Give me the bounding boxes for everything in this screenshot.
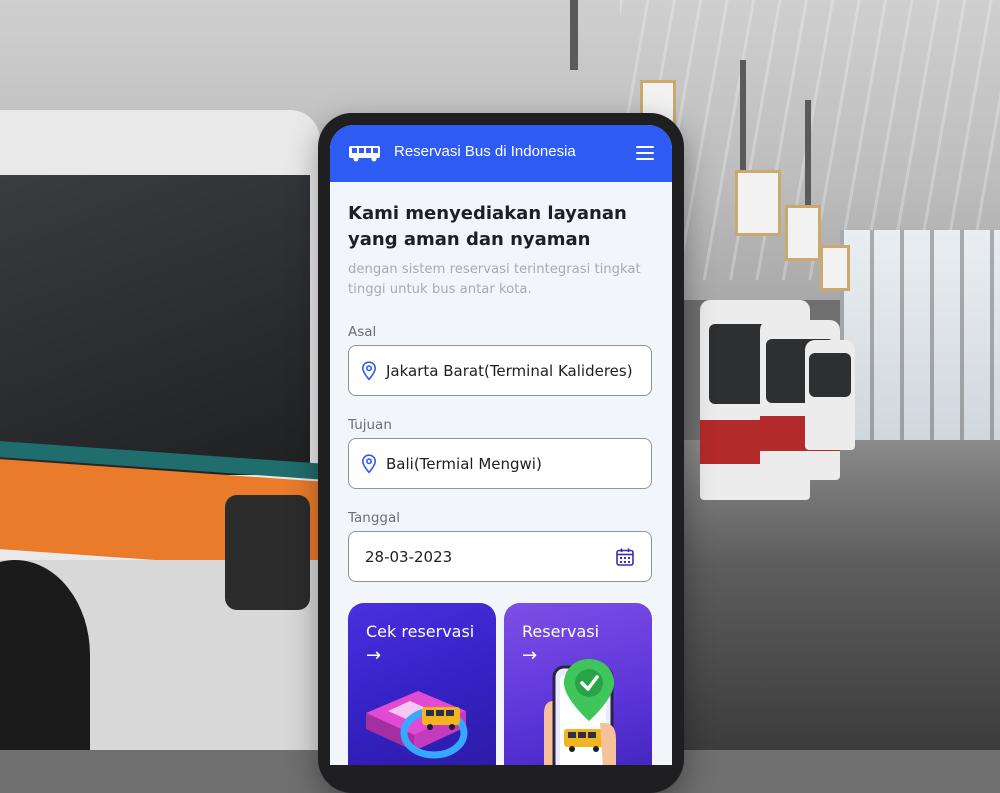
reservation-card[interactable]: Reservasi → bbox=[504, 603, 652, 765]
origin-field[interactable]: Jakarta Barat(Terminal Kalideres) bbox=[348, 345, 652, 396]
terminal-glass-wall bbox=[840, 230, 1000, 450]
origin-label: Asal bbox=[348, 324, 377, 340]
calendar-icon[interactable] bbox=[615, 547, 635, 567]
destination-value: Bali(Termial Mengwi) bbox=[386, 455, 542, 473]
ticket-bus-illustration bbox=[366, 691, 468, 759]
location-pin-icon bbox=[361, 361, 377, 381]
ceiling-pillar bbox=[570, 0, 578, 70]
date-label: Tanggal bbox=[348, 510, 401, 526]
destination-field[interactable]: Bali(Termial Mengwi) bbox=[348, 438, 652, 489]
bus-door-window bbox=[225, 495, 310, 610]
origin-value: Jakarta Barat(Terminal Kalideres) bbox=[386, 362, 633, 380]
parked-bus bbox=[805, 340, 855, 450]
hamburger-menu-icon[interactable] bbox=[636, 146, 654, 160]
hero-headline: Kami menyediakan layanan yang aman dan n… bbox=[348, 203, 627, 250]
phone-pin-illustration bbox=[544, 659, 616, 765]
bay-sign bbox=[785, 205, 821, 261]
hero-subtext: dengan sistem reservasi terintegrasi tin… bbox=[348, 262, 641, 297]
destination-label: Tujuan bbox=[348, 417, 392, 433]
date-value: 28-03-2023 bbox=[365, 548, 453, 566]
app-title: Reservasi Bus di Indonesia bbox=[394, 143, 576, 160]
bus-icon bbox=[349, 146, 380, 162]
check-reservation-card[interactable]: Cek reservasi → bbox=[348, 603, 496, 765]
bay-sign bbox=[820, 245, 850, 291]
location-pin-icon bbox=[361, 454, 377, 474]
ceiling-pillar bbox=[740, 60, 746, 180]
app-bar: Reservasi Bus di Indonesia bbox=[330, 125, 672, 182]
bus-window bbox=[0, 175, 310, 475]
app-screen: Reservasi Bus di Indonesia Kami menyedia… bbox=[330, 125, 672, 765]
date-field[interactable]: 28-03-2023 bbox=[348, 531, 652, 582]
bay-sign bbox=[735, 170, 781, 236]
